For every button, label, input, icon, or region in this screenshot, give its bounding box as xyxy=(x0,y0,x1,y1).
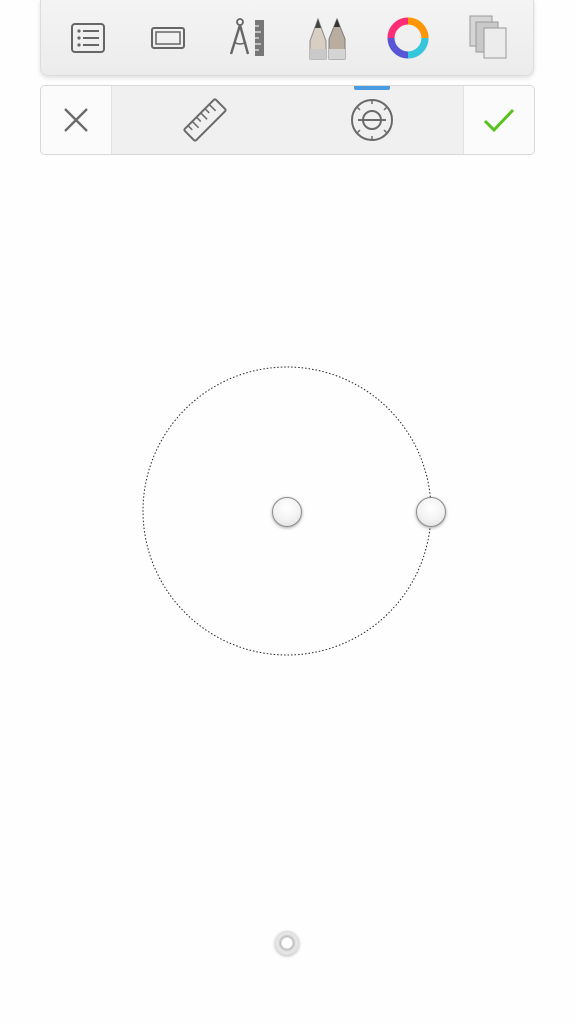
ruler-guide-button[interactable] xyxy=(165,86,245,154)
ruler-icon xyxy=(183,98,227,142)
canvas-frame-icon xyxy=(151,27,185,49)
compass-ruler-icon xyxy=(229,18,264,56)
list-icon xyxy=(71,23,105,53)
copy-pages-icon xyxy=(469,15,507,59)
color-wheel-icon xyxy=(387,17,429,59)
layers-button[interactable] xyxy=(64,14,112,62)
close-icon xyxy=(64,108,88,132)
puck-icon[interactable] xyxy=(275,931,299,955)
checkmark-icon xyxy=(483,108,515,133)
ellipse-guide-button[interactable] xyxy=(332,86,412,154)
accept-button[interactable] xyxy=(463,86,534,154)
canvas-button[interactable] xyxy=(144,14,192,62)
main-toolbar xyxy=(40,0,534,76)
brushes-button[interactable] xyxy=(303,14,351,62)
guides-button[interactable] xyxy=(224,14,272,62)
brush-pencil-icon xyxy=(309,17,346,60)
active-tool-indicator xyxy=(354,86,390,90)
guide-toolbar xyxy=(40,85,535,155)
copy-button[interactable] xyxy=(464,14,512,62)
ellipse-guide-icon xyxy=(351,99,393,141)
center-handle[interactable] xyxy=(272,497,302,527)
cancel-button[interactable] xyxy=(41,86,112,154)
color-button[interactable] xyxy=(384,14,432,62)
radius-handle[interactable] xyxy=(416,497,446,527)
